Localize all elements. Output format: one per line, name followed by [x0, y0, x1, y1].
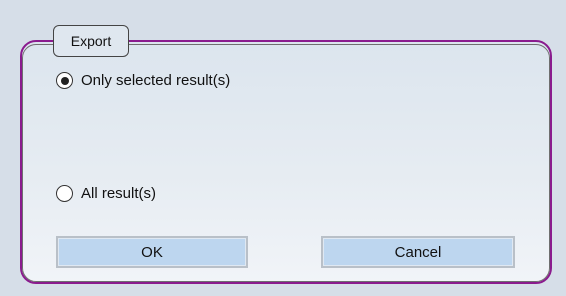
- all-results-label: All result(s): [81, 185, 157, 202]
- radio-unselected-icon[interactable]: [56, 185, 73, 202]
- radio-dot: [60, 76, 69, 85]
- all-results-option[interactable]: All result(s): [56, 185, 156, 202]
- only-selected-results-label: Only selected result(s): [81, 72, 231, 89]
- radio-selected-icon[interactable]: [56, 72, 73, 89]
- export-group-title: Export: [53, 25, 129, 57]
- cancel-button[interactable]: Cancel: [321, 236, 515, 268]
- only-selected-results-option[interactable]: Only selected result(s): [56, 72, 230, 89]
- ok-button[interactable]: OK: [56, 236, 248, 268]
